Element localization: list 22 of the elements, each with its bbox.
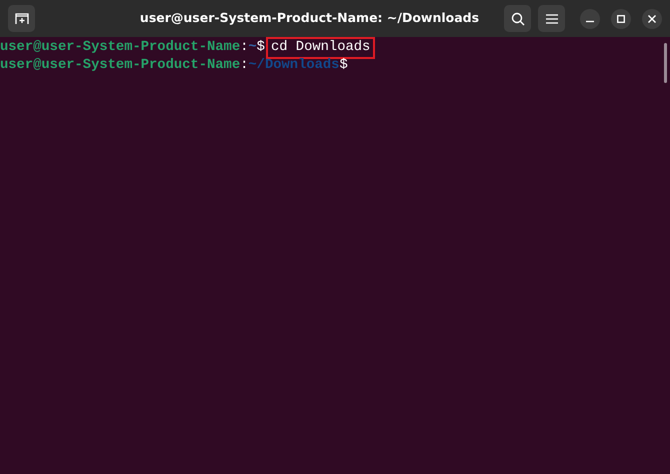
path-text: ~ [248, 39, 257, 57]
close-button[interactable] [642, 8, 662, 28]
maximize-icon [617, 14, 625, 22]
search-button[interactable] [504, 5, 531, 32]
window-title: user@user-System-Product-Name: ~/Downloads [138, 9, 480, 28]
colon-text: : [240, 57, 248, 75]
close-icon [648, 14, 656, 22]
user-host-text: user@user-System-Product-Name [0, 57, 240, 75]
menu-button[interactable] [538, 5, 565, 32]
command-text: cd Downloads [268, 39, 374, 57]
new-tab-button[interactable] [8, 5, 35, 32]
user-host-text: user@user-System-Product-Name [0, 39, 240, 57]
search-icon [510, 12, 524, 26]
minimize-button[interactable] [580, 8, 600, 28]
prompt-symbol: $ [256, 39, 265, 57]
prompt-symbol: $ [339, 57, 348, 75]
menu-icon [546, 14, 558, 24]
colon-text: : [240, 39, 248, 57]
maximize-button[interactable] [611, 8, 631, 28]
new-tab-icon [14, 12, 28, 24]
scrollbar[interactable] [664, 43, 667, 83]
path-text: ~/Downloads [248, 57, 340, 75]
